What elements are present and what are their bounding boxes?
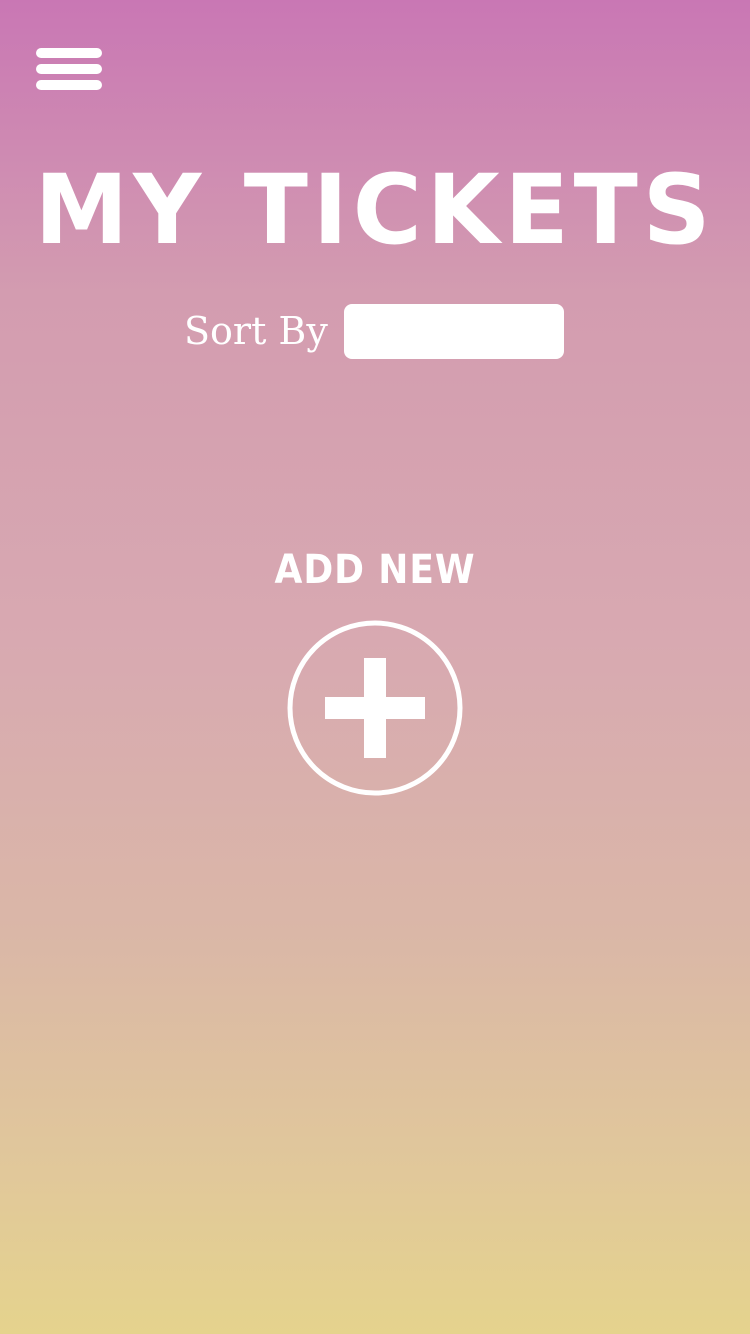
menu-icon-bar <box>36 48 102 58</box>
menu-button[interactable] <box>36 48 102 90</box>
sort-row: Sort By <box>184 304 574 360</box>
plus-circle-icon <box>287 620 463 796</box>
add-new-label: ADD NEW <box>274 547 476 593</box>
page-title: MY TICKETS <box>34 154 716 266</box>
menu-icon-bar <box>36 80 102 90</box>
add-new-button[interactable] <box>287 620 463 796</box>
sort-by-select[interactable] <box>344 304 564 359</box>
menu-icon-bar <box>36 64 102 74</box>
sort-by-label: Sort By <box>184 309 328 353</box>
